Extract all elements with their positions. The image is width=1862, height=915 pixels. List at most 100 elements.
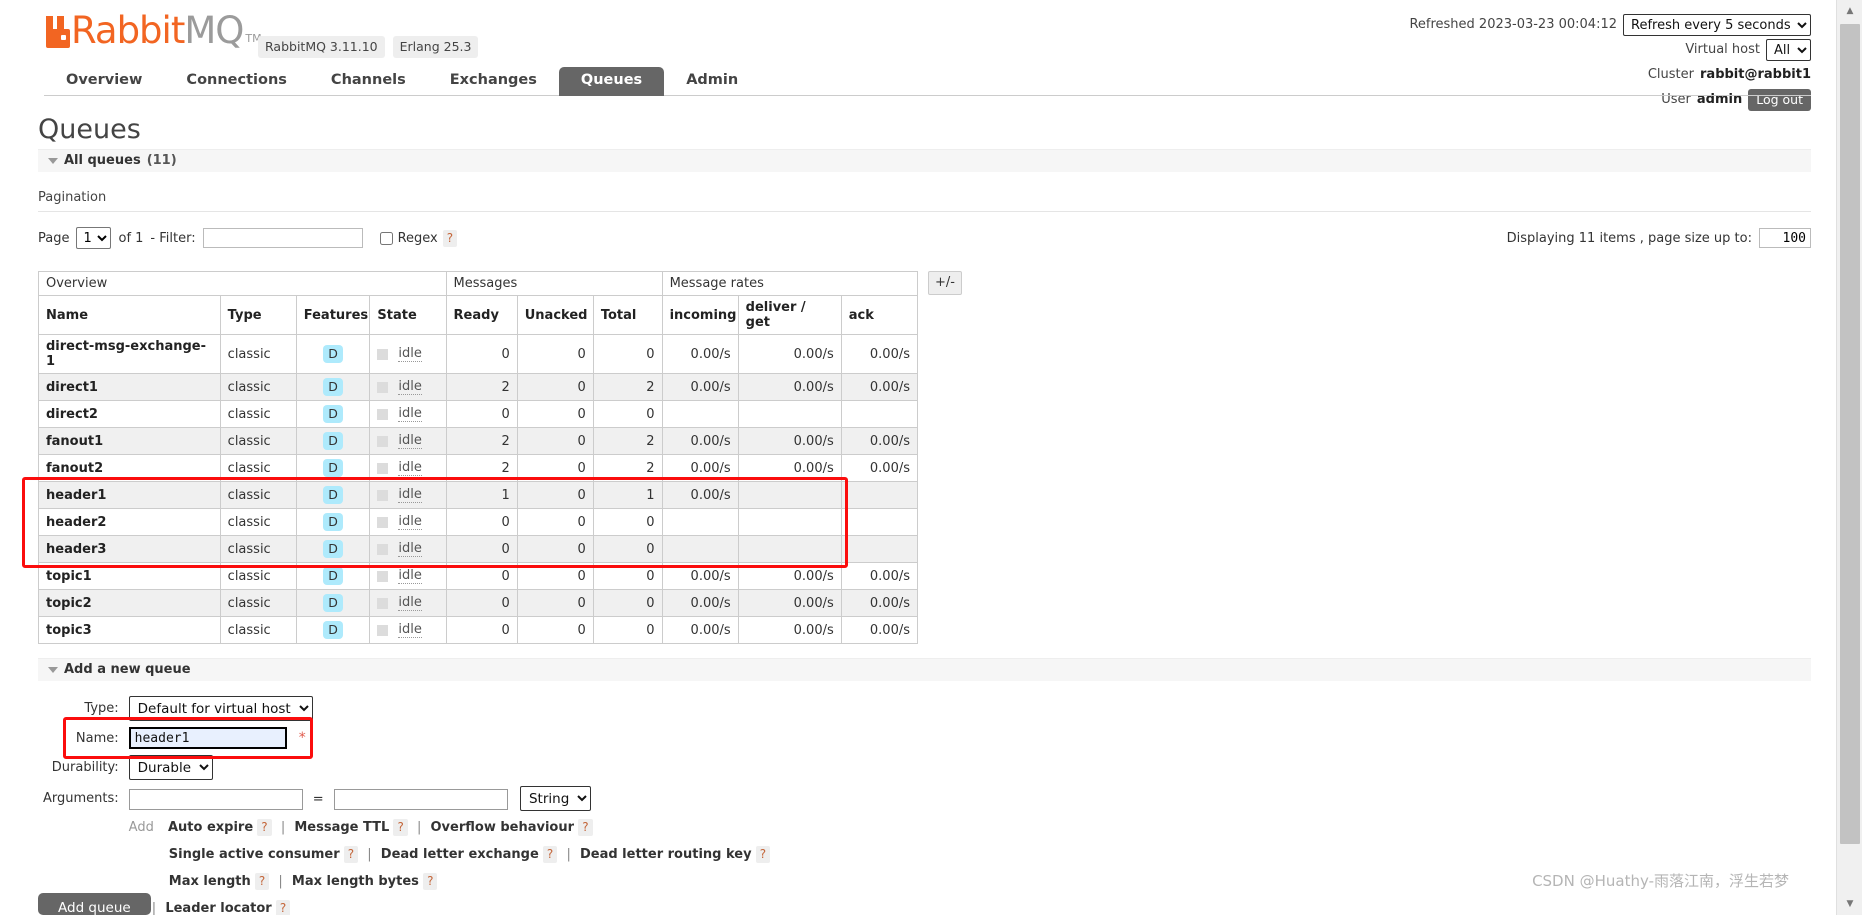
nav-tab-channels[interactable]: Channels bbox=[309, 67, 428, 96]
preset-max-length-bytes[interactable]: Max length bytes bbox=[292, 874, 419, 889]
cell-queue-name[interactable]: topic1 bbox=[38, 562, 221, 590]
column-header-ready[interactable]: Ready bbox=[445, 295, 518, 335]
add-argument-link[interactable]: Add bbox=[129, 820, 164, 835]
cell-queue-features: D bbox=[295, 334, 371, 374]
chevron-down-icon[interactable] bbox=[48, 157, 58, 164]
regex-help-icon[interactable]: ? bbox=[442, 229, 458, 247]
page-size-input[interactable] bbox=[1759, 228, 1811, 248]
max-length-bytes-help-icon[interactable]: ? bbox=[423, 873, 438, 890]
cell-queue-name[interactable]: fanout2 bbox=[38, 454, 221, 482]
cell-queue-name[interactable]: direct2 bbox=[38, 400, 221, 428]
add-queue-section-header[interactable]: Add a new queue bbox=[38, 658, 1811, 681]
preset-overflow-behaviour[interactable]: Overflow behaviour bbox=[431, 820, 575, 835]
message-ttl-help-icon[interactable]: ? bbox=[393, 819, 408, 836]
chevron-down-icon-add-queue[interactable] bbox=[48, 666, 58, 673]
argument-key-input[interactable] bbox=[128, 788, 303, 810]
page-number-select[interactable]: 1 bbox=[76, 227, 112, 249]
column-header-incoming[interactable]: incoming bbox=[661, 295, 739, 335]
cell-queue-name[interactable]: header3 bbox=[38, 535, 221, 563]
table-row[interactable]: topic1 classic Didle 0 0 0 0.00/s 0.00/s 0.00/s bbox=[38, 562, 919, 590]
nav-tab-queues[interactable]: Queues bbox=[558, 67, 665, 96]
preset-dead-letter-routing-key[interactable]: Dead letter routing key bbox=[580, 847, 752, 862]
preset-max-length[interactable]: Max length bbox=[169, 874, 251, 889]
regex-label: Regex bbox=[397, 230, 438, 246]
queue-name-input[interactable] bbox=[128, 727, 287, 749]
cell-rate-incoming: 0.00/s bbox=[661, 589, 739, 617]
cell-rate-ack: 0.00/s bbox=[840, 373, 919, 401]
column-header-type[interactable]: Type bbox=[219, 295, 297, 335]
regex-checkbox[interactable] bbox=[379, 231, 393, 245]
table-row[interactable]: header3 classic Didle 0 0 0 bbox=[38, 535, 919, 563]
column-header-unacked[interactable]: Unacked bbox=[516, 295, 594, 335]
all-queues-section-header[interactable]: All queues (11) bbox=[38, 149, 1811, 172]
cell-queue-name[interactable]: header2 bbox=[38, 508, 221, 536]
add-queue-submit-button[interactable]: Add queue bbox=[38, 893, 151, 915]
preset-auto-expire[interactable]: Auto expire bbox=[168, 820, 253, 835]
vhost-select[interactable]: All bbox=[1766, 39, 1811, 61]
queue-type-select[interactable]: Default for virtual host bbox=[128, 696, 313, 721]
table-row[interactable]: header1 classic Didle 1 0 1 0.00/s bbox=[38, 481, 919, 509]
rabbitmq-version-badge: RabbitMQ 3.11.10 bbox=[258, 36, 385, 58]
cell-rate-incoming bbox=[661, 400, 739, 428]
cell-rate-ack: 0.00/s bbox=[840, 454, 919, 482]
column-header-state[interactable]: State bbox=[369, 295, 447, 335]
cell-queue-state: idle bbox=[369, 616, 447, 644]
scrollbar-down-arrow[interactable]: ▼ bbox=[1837, 893, 1862, 915]
cell-messages-total: 2 bbox=[592, 454, 663, 482]
cell-queue-name[interactable]: topic2 bbox=[38, 589, 221, 617]
app-header: Rabbit MQ TM RabbitMQ 3.11.10 Erlang 25.3 … bbox=[0, 0, 1835, 111]
scrollbar-up-arrow[interactable]: ▲ bbox=[1837, 0, 1862, 22]
rabbitmq-logo[interactable]: Rabbit MQ TM bbox=[44, 12, 262, 49]
all-queues-count: (11) bbox=[146, 153, 177, 168]
scrollbar-thumb[interactable] bbox=[1840, 24, 1860, 844]
single-active-consumer-help-icon[interactable]: ? bbox=[343, 846, 359, 863]
queues-table: Overview Messages Message rates Name Typ… bbox=[38, 271, 919, 644]
cell-queue-name[interactable]: header1 bbox=[38, 481, 221, 509]
preset-leader-locator[interactable]: Leader locator bbox=[165, 901, 271, 915]
refresh-interval-select[interactable]: Refresh every 5 seconds bbox=[1623, 14, 1811, 36]
cell-queue-name[interactable]: direct-msg-exchange-1 bbox=[38, 334, 221, 374]
state-label: idle bbox=[398, 541, 422, 557]
state-label: idle bbox=[398, 406, 422, 422]
table-row[interactable]: direct2 classic Didle 0 0 0 bbox=[38, 400, 919, 428]
cell-queue-name[interactable]: topic3 bbox=[38, 616, 221, 644]
dead-letter-exchange-help-icon[interactable]: ? bbox=[542, 846, 558, 863]
cell-messages-total: 0 bbox=[592, 334, 663, 374]
cell-queue-name[interactable]: direct1 bbox=[38, 373, 221, 401]
all-queues-label: All queues bbox=[64, 153, 141, 168]
filter-input[interactable] bbox=[202, 228, 363, 248]
argument-value-input[interactable] bbox=[333, 788, 508, 810]
table-row[interactable]: direct-msg-exchange-1 classic Didle 0 0 0 0.00… bbox=[38, 334, 919, 374]
leader-locator-help-icon[interactable]: ? bbox=[275, 900, 291, 915]
nav-tab-connections[interactable]: Connections bbox=[164, 67, 309, 96]
table-row[interactable]: header2 classic Didle 0 0 0 bbox=[38, 508, 919, 536]
form-row-durability: Durability: Durable bbox=[38, 752, 775, 783]
column-header-features[interactable]: Features bbox=[295, 295, 371, 335]
column-header-deliver-get[interactable]: deliver / get bbox=[737, 295, 842, 335]
column-header-name[interactable]: Name bbox=[38, 295, 221, 335]
table-row[interactable]: fanout2 classic Didle 2 0 2 0.00/s 0.00/s 0.00/s bbox=[38, 454, 919, 482]
preset-message-ttl[interactable]: Message TTL bbox=[294, 820, 389, 835]
preset-single-active-consumer[interactable]: Single active consumer bbox=[169, 847, 340, 862]
nav-tab-overview[interactable]: Overview bbox=[44, 67, 164, 96]
arguments-label: Arguments: bbox=[43, 791, 119, 806]
table-row[interactable]: direct1 classic Didle 2 0 2 0.00/s 0.00/s 0.00/s bbox=[38, 373, 919, 401]
column-header-ack[interactable]: ack bbox=[840, 295, 919, 335]
max-length-help-icon[interactable]: ? bbox=[254, 873, 270, 890]
durability-select[interactable]: Durable bbox=[128, 755, 213, 780]
nav-tab-exchanges[interactable]: Exchanges bbox=[428, 67, 559, 96]
auto-expire-help-icon[interactable]: ? bbox=[257, 819, 272, 836]
cell-rate-incoming: 0.00/s bbox=[661, 481, 739, 509]
table-row[interactable]: fanout1 classic Didle 2 0 2 0.00/s 0.00/s 0.00/s bbox=[38, 427, 919, 455]
toggle-columns-button[interactable]: +/- bbox=[928, 271, 962, 295]
table-row[interactable]: topic3 classic Didle 0 0 0 0.00/s 0.00/s 0.00/s bbox=[38, 616, 919, 644]
argument-type-select[interactable]: String bbox=[519, 786, 591, 811]
table-row[interactable]: topic2 classic Didle 0 0 0 0.00/s 0.00/s 0.00/s bbox=[38, 589, 919, 617]
column-header-total[interactable]: Total bbox=[592, 295, 663, 335]
dead-letter-routing-key-help-icon[interactable]: ? bbox=[755, 846, 771, 863]
preset-dead-letter-exchange[interactable]: Dead letter exchange bbox=[381, 847, 539, 862]
cell-queue-name[interactable]: fanout1 bbox=[38, 427, 221, 455]
overflow-behaviour-help-icon[interactable]: ? bbox=[578, 819, 593, 836]
nav-tab-admin[interactable]: Admin bbox=[664, 67, 760, 96]
vertical-scrollbar[interactable]: ▲ ▼ bbox=[1836, 0, 1862, 915]
